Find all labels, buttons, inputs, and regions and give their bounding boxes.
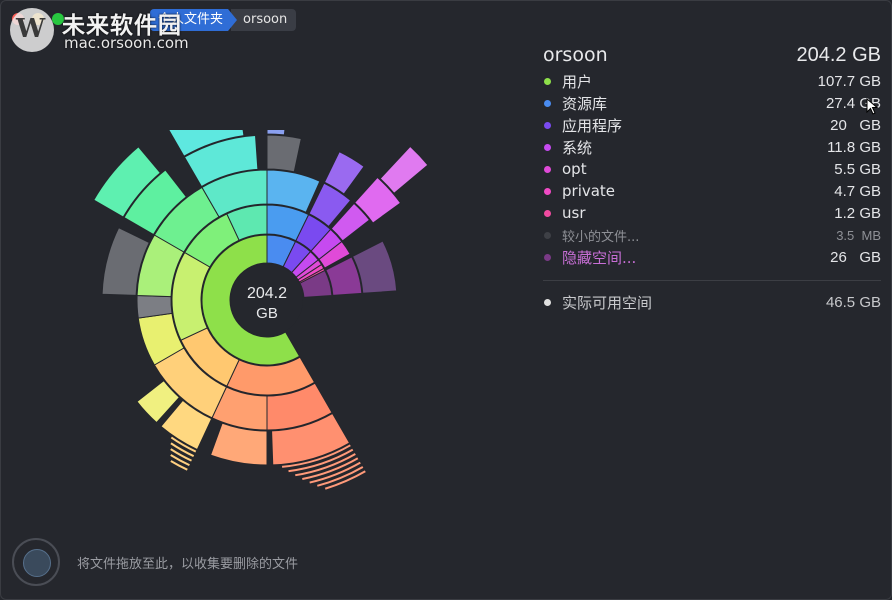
close-window-button[interactable]: [12, 13, 24, 25]
legend-item-name: 系统: [562, 138, 593, 157]
breadcrumb-home[interactable]: 个人文件夹: [150, 9, 237, 31]
panel-title: orsoon: [543, 44, 608, 66]
legend-panel: orsoon 204.2 GB 用户 107.7 GB 资源库 27.4 GB 应用程序…: [543, 40, 881, 313]
legend-item-value: 3.5 MB: [836, 227, 881, 243]
legend-bullet: [544, 143, 551, 151]
legend-item[interactable]: usr 1.2 GB: [543, 202, 881, 224]
free-space-row: 实际可用空间 46.5 GB: [543, 291, 881, 313]
legend-item-name: 资源库: [562, 94, 608, 113]
legend-bullet: [544, 77, 551, 85]
legend-bullet: [544, 209, 551, 217]
legend-item[interactable]: 应用程序 20 GB: [543, 114, 881, 136]
breadcrumb-current[interactable]: orsoon: [231, 9, 297, 31]
legend-item-name: usr: [562, 204, 586, 222]
legend-item[interactable]: private 4.7 GB: [543, 180, 881, 202]
panel-header: orsoon 204.2 GB: [543, 40, 881, 70]
sunburst-segment[interactable]: [266, 134, 302, 173]
legend-item-value: 4.7 GB: [834, 182, 881, 200]
legend-bullet: [544, 253, 551, 261]
legend-divider: [543, 280, 881, 281]
legend-item[interactable]: 用户 107.7 GB: [543, 70, 881, 92]
legend-bullet: [544, 121, 551, 129]
free-space-label: 实际可用空间: [562, 293, 653, 312]
legend-item-name: 用户: [562, 72, 593, 91]
legend-bullet: [544, 99, 551, 107]
legend-item-value: 5.5 GB: [834, 160, 881, 178]
legend-list: 用户 107.7 GB 资源库 27.4 GB 应用程序 20 GB 系统 11.8 GB op…: [543, 70, 881, 268]
legend-item-value: 11.8 GB: [827, 138, 881, 156]
breadcrumb: 个人文件夹 orsoon: [150, 9, 297, 31]
legend-bullet: [544, 165, 551, 173]
legend-item-value: 20 GB: [830, 116, 881, 134]
sunburst-segment[interactable]: [379, 145, 429, 195]
legend-item-name: private: [562, 182, 616, 200]
drop-zone[interactable]: 将文件拖放至此，以收集要删除的文件: [12, 538, 298, 586]
legend-item-value: 26 GB: [830, 248, 881, 266]
legend-item-name: 较小的文件...: [562, 229, 640, 245]
legend-item-value: 1.2 GB: [834, 204, 881, 222]
sunburst-segment[interactable]: [266, 130, 288, 136]
legend-item[interactable]: opt 5.5 GB: [543, 158, 881, 180]
free-space-value: 46.5 GB: [825, 293, 881, 311]
legend-bullet: [544, 187, 551, 195]
mouse-cursor-icon: [866, 98, 879, 115]
free-space-bullet: [544, 298, 551, 306]
center-total-value: 204.2: [247, 285, 287, 302]
legend-item-value: 107.7 GB: [817, 72, 881, 90]
legend-item-name: opt: [562, 160, 587, 178]
legend-item[interactable]: 系统 11.8 GB: [543, 136, 881, 158]
legend-bullet: [544, 231, 551, 239]
zoom-window-button[interactable]: [52, 13, 64, 25]
legend-item-name: 隐藏空间...: [562, 248, 637, 267]
drop-hint-text: 将文件拖放至此，以收集要删除的文件: [77, 556, 299, 572]
legend-item[interactable]: 资源库 27.4 GB: [543, 92, 881, 114]
sunburst-chart[interactable]: 204.2 GB: [40, 130, 500, 550]
legend-item[interactable]: 隐藏空间... 26 GB: [543, 246, 881, 268]
window-controls: [12, 13, 64, 25]
drop-target-icon[interactable]: [12, 538, 60, 586]
minimize-window-button[interactable]: [32, 13, 44, 25]
legend-item-name: 应用程序: [562, 116, 623, 135]
legend-item[interactable]: 较小的文件... 3.5 MB: [543, 224, 881, 246]
panel-total: 204.2 GB: [796, 43, 881, 66]
center-total-unit: GB: [256, 305, 278, 322]
